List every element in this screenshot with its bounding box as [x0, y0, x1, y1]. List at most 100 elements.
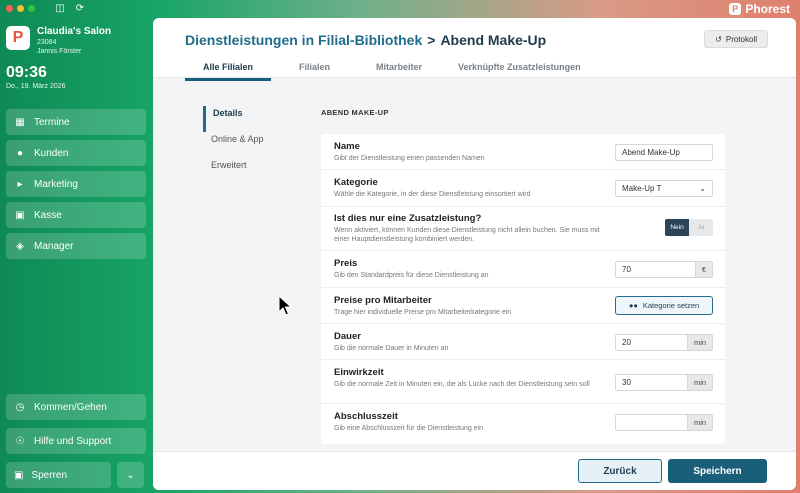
protokoll-button[interactable]: ↺ Protokoll — [704, 30, 768, 48]
form-row-preise-mitarbeiter: Preise pro Mitarbeiter Trage hier indivi… — [321, 288, 725, 324]
minimize-window-icon[interactable] — [17, 5, 24, 12]
field-title: Name — [334, 141, 360, 152]
minutes-unit: min — [687, 374, 713, 391]
field-title: Ist dies nur eine Zusatzleistung? — [334, 213, 482, 224]
preis-input[interactable]: 70 — [615, 261, 695, 278]
salon-user: Jannis Förster — [37, 48, 82, 55]
sidebar-item-hilfe[interactable]: ☉ Hilfe und Support — [6, 428, 146, 454]
field-description: Gib die normale Dauer in Minuten an — [334, 345, 449, 352]
maximize-window-icon[interactable] — [28, 5, 35, 12]
clock-icon: ◷ — [15, 401, 25, 413]
preis-input-group: 70 € — [615, 261, 713, 278]
breadcrumb: Dienstleistungen in Filial-Bibliothek > … — [185, 32, 546, 48]
tab-verknuepfte-zusatzleistungen[interactable]: Verknüpfte Zusatzleistungen — [440, 62, 599, 78]
salon-name: Claudia's Salon — [37, 26, 112, 37]
field-title: Preis — [334, 258, 358, 269]
currency-unit: € — [695, 261, 713, 278]
form-row-kategorie: Kategorie Wähle die Kategorie, in der di… — [321, 170, 725, 207]
person-icon: ● — [16, 147, 24, 159]
sidebar-item-manager[interactable]: ◈ Manager — [6, 233, 146, 259]
kategorie-select[interactable]: Make-Up T ⌄ — [615, 180, 713, 197]
calendar-icon: ▦ — [15, 116, 25, 128]
field-description: Gib eine Abschlusszeit für die Dienstlei… — [334, 425, 484, 432]
sidebar-toggle-icon[interactable]: ◫ — [54, 3, 66, 15]
section-title: ABEND MAKE-UP — [321, 108, 389, 117]
field-title: Kategorie — [334, 177, 378, 188]
form-row-dauer: Dauer Gib die normale Dauer in Minuten a… — [321, 324, 725, 360]
salon-id: 23084 — [37, 39, 57, 46]
sidebar-item-marketing[interactable]: ▸ Marketing — [6, 171, 146, 197]
protokoll-label: Protokoll — [725, 34, 757, 44]
salon-info: P Claudia's Salon 23084 Jannis Förster — [6, 26, 111, 56]
layers-icon: ◈ — [16, 240, 24, 252]
tab-bar: Alle Filialen Filialen Mitarbeiter Verkn… — [185, 62, 599, 81]
subnav-item-online-app[interactable]: Online & App — [203, 132, 264, 158]
breadcrumb-parent-link[interactable]: Dienstleistungen in Filial-Bibliothek — [185, 32, 422, 48]
mouse-cursor-icon — [278, 295, 292, 316]
zusatzleistung-toggle[interactable]: Nein Ja — [665, 219, 713, 236]
einwirkzeit-input-group: 30 min — [615, 374, 713, 391]
save-button[interactable]: Speichern — [668, 459, 767, 483]
name-input[interactable]: Abend Make-Up — [615, 144, 713, 161]
sidebar-item-label: Kommen/Gehen — [34, 401, 107, 413]
window-titlebar: ◫ ⟳ P Phorest — [0, 0, 800, 18]
sidebar-item-label: Marketing — [34, 178, 78, 190]
form-row-preis: Preis Gib den Standardpreis für diese Di… — [321, 251, 725, 288]
page-footer: Zurück Speichern — [153, 451, 796, 490]
phorest-logo-icon: P — [729, 3, 742, 15]
chevron-down-button[interactable]: ⌄ — [117, 462, 144, 488]
refresh-icon[interactable]: ⟳ — [74, 3, 86, 15]
sidebar-item-kasse[interactable]: ▣ Kasse — [6, 202, 146, 228]
form-row-abschlusszeit: Abschlusszeit Gib eine Abschlusszeit für… — [321, 404, 725, 444]
sidebar-item-termine[interactable]: ▦ Termine — [6, 109, 146, 135]
back-button[interactable]: Zurück — [578, 459, 662, 483]
dauer-input-group: 20 min — [615, 334, 713, 351]
globe-icon: ☉ — [15, 435, 25, 447]
abschlusszeit-input[interactable] — [615, 414, 687, 431]
details-form-card: Name Gibt der Dienstleistung einen passe… — [321, 134, 725, 444]
sidebar: P Claudia's Salon 23084 Jannis Förster 0… — [0, 18, 153, 493]
field-description: Gibt der Dienstleistung einen passenden … — [334, 155, 485, 162]
minutes-unit: min — [687, 334, 713, 351]
einwirkzeit-input[interactable]: 30 — [615, 374, 687, 391]
tab-filialen[interactable]: Filialen — [271, 62, 358, 78]
chevron-down-icon: ⌄ — [126, 469, 135, 481]
form-row-name: Name Gibt der Dienstleistung einen passe… — [321, 134, 725, 170]
field-description: Wähle die Kategorie, in der diese Dienst… — [334, 191, 531, 198]
subnav-item-details[interactable]: Details — [203, 106, 264, 132]
field-title: Abschlusszeit — [334, 411, 398, 422]
phorest-brand: P Phorest — [729, 2, 790, 16]
kategorie-selected-value: Make-Up T — [622, 184, 662, 193]
close-window-icon[interactable] — [6, 5, 13, 12]
toggle-option-no[interactable]: Nein — [665, 219, 689, 236]
toggle-option-yes[interactable]: Ja — [689, 219, 713, 236]
sidebar-item-kommen-gehen[interactable]: ◷ Kommen/Gehen — [6, 394, 146, 420]
lock-row: ▣ Sperren ⌄ — [6, 462, 144, 488]
sidebar-item-label: Manager — [34, 240, 74, 252]
abschlusszeit-input-group: min — [615, 414, 713, 431]
brand-name: Phorest — [745, 2, 790, 16]
history-icon: ↺ — [715, 34, 722, 44]
minutes-unit: min — [687, 414, 713, 431]
page-title: Abend Make-Up — [440, 32, 547, 48]
lock-icon: ▣ — [14, 469, 24, 481]
dauer-input[interactable]: 20 — [615, 334, 687, 351]
sidebar-item-label: Kunden — [34, 147, 69, 159]
kategorie-setzen-label: Kategorie setzen — [642, 301, 700, 310]
form-row-einwirkzeit: Einwirkzeit Gib die normale Zeit in Minu… — [321, 360, 725, 404]
tab-mitarbeiter[interactable]: Mitarbeiter — [358, 62, 440, 78]
breadcrumb-separator: > — [427, 32, 436, 48]
clock-time: 09:36 — [6, 64, 47, 81]
sidebar-item-label: Hilfe und Support — [34, 435, 112, 447]
field-title: Dauer — [334, 331, 361, 342]
subnav-item-erweitert[interactable]: Erweitert — [203, 158, 264, 184]
users-icon: ●● — [628, 301, 638, 310]
sidebar-item-kunden[interactable]: ● Kunden — [6, 140, 146, 166]
kategorie-setzen-button[interactable]: ●● Kategorie setzen — [615, 296, 713, 315]
lock-button[interactable]: ▣ Sperren — [6, 462, 111, 488]
tab-alle-filialen[interactable]: Alle Filialen — [185, 62, 272, 81]
field-description: Gib den Standardpreis für diese Dienstle… — [334, 272, 489, 279]
field-description: Gib die normale Zeit in Minuten ein, die… — [334, 381, 590, 388]
details-subnav: Details Online & App Erweitert — [203, 106, 264, 184]
form-row-zusatzleistung: Ist dies nur eine Zusatzleistung? Wenn a… — [321, 207, 725, 251]
